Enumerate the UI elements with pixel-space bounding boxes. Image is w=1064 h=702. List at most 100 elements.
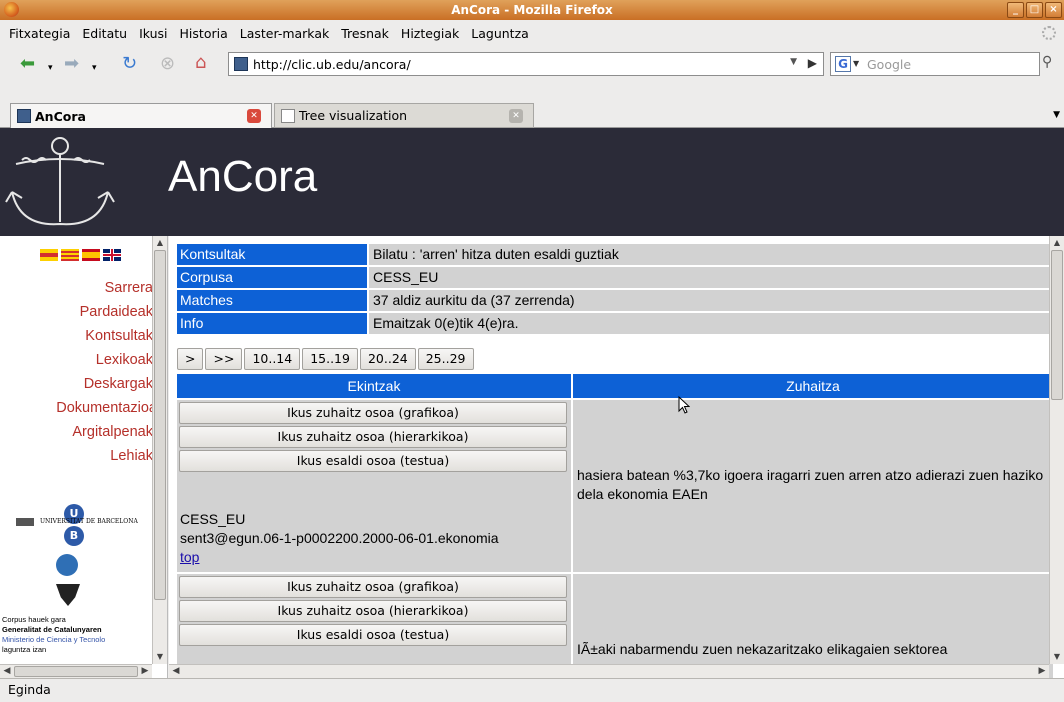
sidebar-item-lexikoak[interactable]: Lexikoak bbox=[56, 348, 153, 372]
scroll-up-icon[interactable]: ▲ bbox=[153, 236, 167, 250]
sidebar-item-dokumentazioa[interactable]: Dokumentazioa bbox=[56, 396, 157, 420]
menu-dictionaries[interactable]: Hiztegiak bbox=[396, 26, 466, 41]
info-key: Kontsultak bbox=[177, 244, 367, 265]
tab-bar: AnCora ✕ Tree visualization ✕ ▼ bbox=[0, 82, 1064, 128]
search-field[interactable]: G ▼ Google bbox=[830, 52, 1040, 76]
scroll-down-icon[interactable]: ▼ bbox=[1050, 650, 1064, 664]
anchor-logo-icon bbox=[5, 137, 115, 226]
window-titlebar: AnCora - Mozilla Firefox _ □ × bbox=[0, 0, 1064, 20]
scroll-down-icon[interactable]: ▼ bbox=[153, 650, 167, 664]
reload-icon[interactable]: ↻ bbox=[122, 55, 137, 73]
next-page-button[interactable]: > bbox=[177, 348, 204, 370]
sidebar-item-pardaideak[interactable]: Pardaideak bbox=[56, 300, 153, 324]
flag-catalan-icon[interactable] bbox=[61, 249, 79, 261]
sidebar-item-lehiak[interactable]: Lehiak bbox=[56, 444, 153, 468]
scroll-thumb[interactable] bbox=[154, 250, 166, 600]
page-range-button[interactable]: 25..29 bbox=[417, 348, 474, 370]
url-field[interactable]: http://clic.ub.edu/ancora/ ▼ ▶ bbox=[228, 52, 824, 76]
sidebar-horizontal-scrollbar[interactable]: ◀ ▶ bbox=[0, 664, 152, 678]
ancora-favicon-icon bbox=[17, 109, 31, 123]
back-icon[interactable]: ⬅ bbox=[20, 55, 35, 73]
stop-icon[interactable]: ⊗ bbox=[160, 55, 175, 73]
top-link[interactable]: top bbox=[180, 548, 499, 567]
main-frame: Kontsultak Bilatu : 'arren' hitza duten … bbox=[169, 236, 1064, 678]
menu-bookmarks[interactable]: Laster-markak bbox=[235, 26, 336, 41]
result-tree-cell: IÃ±aki nabarmendu zuen nekazaritzako eli… bbox=[573, 574, 1053, 678]
credits-line: Ministerio de Ciencia y Tecnolo bbox=[2, 635, 106, 644]
flag-spanish-icon[interactable] bbox=[82, 249, 100, 261]
tab-ancora-label: AnCora bbox=[35, 108, 86, 124]
result-tree-cell: hasiera batean %3,7ko igoera iragarri zu… bbox=[573, 400, 1053, 572]
view-tree-hierarchic-button[interactable]: Ikus zuhaitz osoa (hierarkikoa) bbox=[179, 600, 567, 622]
menu-file[interactable]: Fitxategia bbox=[4, 26, 77, 41]
flag-english-icon[interactable] bbox=[103, 249, 121, 261]
credits-line: Corpus hauek gara bbox=[2, 615, 66, 624]
minimize-button[interactable]: _ bbox=[1007, 2, 1024, 18]
maximize-button[interactable]: □ bbox=[1026, 2, 1043, 18]
close-tab-icon[interactable]: ✕ bbox=[509, 109, 523, 123]
site-title: AnCora bbox=[168, 152, 318, 201]
view-tree-graphic-button[interactable]: Ikus zuhaitz osoa (grafikoa) bbox=[179, 576, 567, 598]
google-engine-icon[interactable]: G bbox=[835, 56, 851, 72]
close-window-button[interactable]: × bbox=[1045, 2, 1062, 18]
url-dropdown-icon[interactable]: ▼ bbox=[790, 57, 797, 67]
sidebar-item-kontsultak[interactable]: Kontsultak bbox=[56, 324, 153, 348]
main-vertical-scrollbar[interactable]: ▲ ▼ bbox=[1049, 236, 1064, 664]
menu-history[interactable]: Historia bbox=[175, 26, 235, 41]
sidebar-nav: Sarrera Pardaideak Kontsultak Lexikoak D… bbox=[56, 276, 157, 468]
forward-icon[interactable]: ➡ bbox=[64, 55, 79, 73]
sidebar-item-sarrera[interactable]: Sarrera bbox=[56, 276, 153, 300]
info-key: Corpusa bbox=[177, 267, 367, 288]
page-range-button[interactable]: 20..24 bbox=[359, 348, 416, 370]
page-range-button[interactable]: 10..14 bbox=[244, 348, 301, 370]
search-magnifier-icon[interactable]: ⚲ bbox=[1042, 54, 1062, 74]
tab-tree-visualization[interactable]: Tree visualization ✕ bbox=[274, 103, 534, 128]
result-corpus: CESS_EU bbox=[180, 511, 246, 527]
view-sentence-text-button[interactable]: Ikus esaldi osoa (testua) bbox=[179, 624, 567, 646]
tab-tree-label: Tree visualization bbox=[299, 108, 408, 123]
scroll-thumb[interactable] bbox=[1051, 250, 1063, 400]
menu-edit[interactable]: Editatu bbox=[77, 26, 134, 41]
sidebar-vertical-scrollbar[interactable]: ▲ ▼ bbox=[152, 236, 167, 664]
window-title: AnCora - Mozilla Firefox bbox=[451, 3, 613, 17]
scroll-right-icon[interactable]: ▶ bbox=[1035, 665, 1049, 678]
info-key: Info bbox=[177, 313, 367, 334]
view-tree-hierarchic-button[interactable]: Ikus zuhaitz osoa (hierarkikoa) bbox=[179, 426, 567, 448]
flag-basque-icon[interactable] bbox=[40, 249, 58, 261]
info-row: Corpusa CESS_EU bbox=[177, 267, 1051, 288]
credits-line: laguntza izan bbox=[2, 645, 47, 654]
ub-b-icon: B bbox=[64, 526, 84, 546]
home-icon[interactable]: ⌂ bbox=[195, 54, 206, 72]
go-arrow-icon[interactable]: ▶ bbox=[808, 56, 817, 70]
back-dropdown-icon[interactable]: ▾ bbox=[48, 59, 53, 77]
page-range-button[interactable]: 15..19 bbox=[302, 348, 358, 370]
menu-tools[interactable]: Tresnak bbox=[336, 26, 396, 41]
menu-help[interactable]: Laguntza bbox=[466, 26, 536, 41]
close-tab-icon[interactable]: ✕ bbox=[247, 109, 261, 123]
tab-list-dropdown-icon[interactable]: ▼ bbox=[1053, 110, 1060, 120]
scroll-left-icon[interactable]: ◀ bbox=[0, 665, 14, 678]
sidebar-item-argitalpenak[interactable]: Argitalpenak bbox=[56, 420, 153, 444]
menu-view[interactable]: Ikusi bbox=[134, 26, 174, 41]
forward-dropdown-icon[interactable]: ▾ bbox=[92, 59, 97, 77]
info-value: CESS_EU bbox=[369, 267, 1051, 288]
result-sentence-text: IÃ±aki nabarmendu zuen nekazaritzako eli… bbox=[577, 641, 948, 657]
upv-logo-icon[interactable] bbox=[56, 584, 80, 606]
view-sentence-text-button[interactable]: Ikus esaldi osoa (testua) bbox=[179, 450, 567, 472]
main-horizontal-scrollbar[interactable]: ◀ ▶ bbox=[169, 664, 1049, 678]
scroll-left-icon[interactable]: ◀ bbox=[169, 665, 183, 678]
upc-logo-icon[interactable] bbox=[56, 554, 78, 576]
result-source: CESS_EU sent3@egun.06-1-p0002200.2000-06… bbox=[180, 510, 499, 567]
last-page-button[interactable]: >> bbox=[205, 348, 243, 370]
tab-ancora[interactable]: AnCora ✕ bbox=[10, 103, 272, 128]
url-text: http://clic.ub.edu/ancora/ bbox=[253, 56, 411, 72]
info-row: Kontsultak Bilatu : 'arren' hitza duten … bbox=[177, 244, 1051, 265]
view-tree-graphic-button[interactable]: Ikus zuhaitz osoa (grafikoa) bbox=[179, 402, 567, 424]
scroll-right-icon[interactable]: ▶ bbox=[138, 665, 152, 678]
result-sentence-text: hasiera batean %3,7ko igoera iragarri zu… bbox=[577, 467, 1044, 502]
scroll-thumb[interactable] bbox=[14, 666, 138, 677]
sidebar-item-deskargak[interactable]: Deskargak bbox=[56, 372, 153, 396]
scroll-up-icon[interactable]: ▲ bbox=[1050, 236, 1064, 250]
result-actions-cell: Ikus zuhaitz osoa (grafikoa) Ikus zuhait… bbox=[177, 574, 571, 678]
engine-dropdown-icon[interactable]: ▼ bbox=[853, 59, 859, 68]
